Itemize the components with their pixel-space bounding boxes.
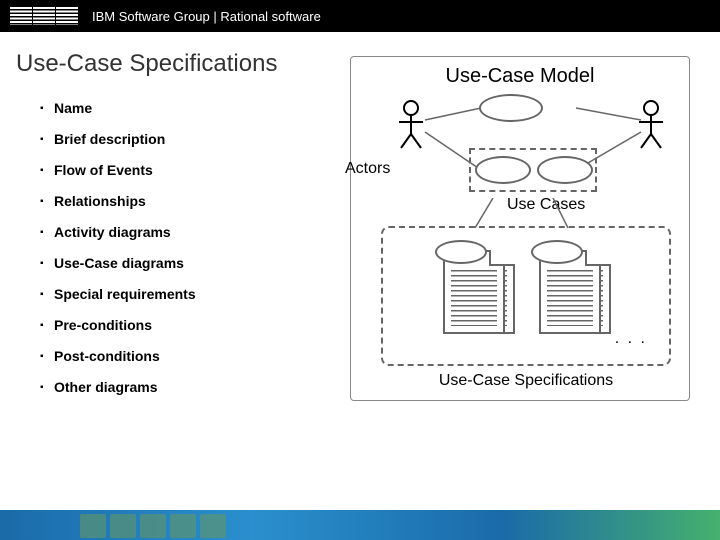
spec-label: Use-Case Specifications [381, 372, 671, 390]
content-area: Use-Case Specifications Name Brief descr… [0, 32, 720, 478]
usecase-oval-icon [475, 156, 531, 184]
ellipsis-text: . . . [615, 330, 647, 348]
usecase-oval-icon [531, 240, 583, 264]
usecase-oval-icon [435, 240, 487, 264]
footer-decoration-icon [170, 514, 196, 538]
list-item: Flow of Events [40, 162, 340, 178]
use-case-model-box: Use-Case Model [350, 56, 690, 401]
actor-icon [397, 100, 425, 150]
list-item: Brief description [40, 131, 340, 147]
footer-decoration-icon [80, 514, 106, 538]
list-item: Use-Case diagrams [40, 255, 340, 271]
footer-decoration-icon [110, 514, 136, 538]
footer-decoration-icon [200, 514, 226, 538]
list-item: Post-conditions [40, 348, 340, 364]
footer-bar [0, 510, 720, 540]
actors-usecases-diagram: Actors Use Cases [361, 98, 679, 198]
footer-icons-group [80, 514, 226, 538]
model-title: Use-Case Model [361, 65, 679, 88]
document-stack-icon [443, 250, 513, 342]
list-item: Special requirements [40, 286, 340, 302]
page-title: Use-Case Specifications [16, 50, 340, 78]
list-item: Other diagrams [40, 379, 340, 395]
specifications-box: . . . [381, 226, 671, 366]
footer-decoration-icon [140, 514, 166, 538]
list-item: Relationships [40, 193, 340, 209]
actor-icon [637, 100, 665, 150]
usecase-oval-icon [479, 94, 543, 122]
document-stack-icon [539, 250, 609, 342]
ibm-logo-icon [10, 7, 78, 25]
left-column: Use-Case Specifications Name Brief descr… [10, 50, 340, 478]
connector-lines-icon [383, 198, 673, 228]
right-column: Use-Case Model [340, 50, 710, 478]
usecase-oval-icon [537, 156, 593, 184]
usecases-group-box [469, 148, 597, 192]
list-item: Name [40, 100, 340, 116]
header-bar: IBM Software Group | Rational software [0, 0, 720, 32]
list-item: Activity diagrams [40, 224, 340, 240]
bullet-list: Name Brief description Flow of Events Re… [16, 100, 340, 395]
header-text: IBM Software Group | Rational software [92, 9, 321, 24]
actors-label: Actors [345, 160, 390, 178]
list-item: Pre-conditions [40, 317, 340, 333]
